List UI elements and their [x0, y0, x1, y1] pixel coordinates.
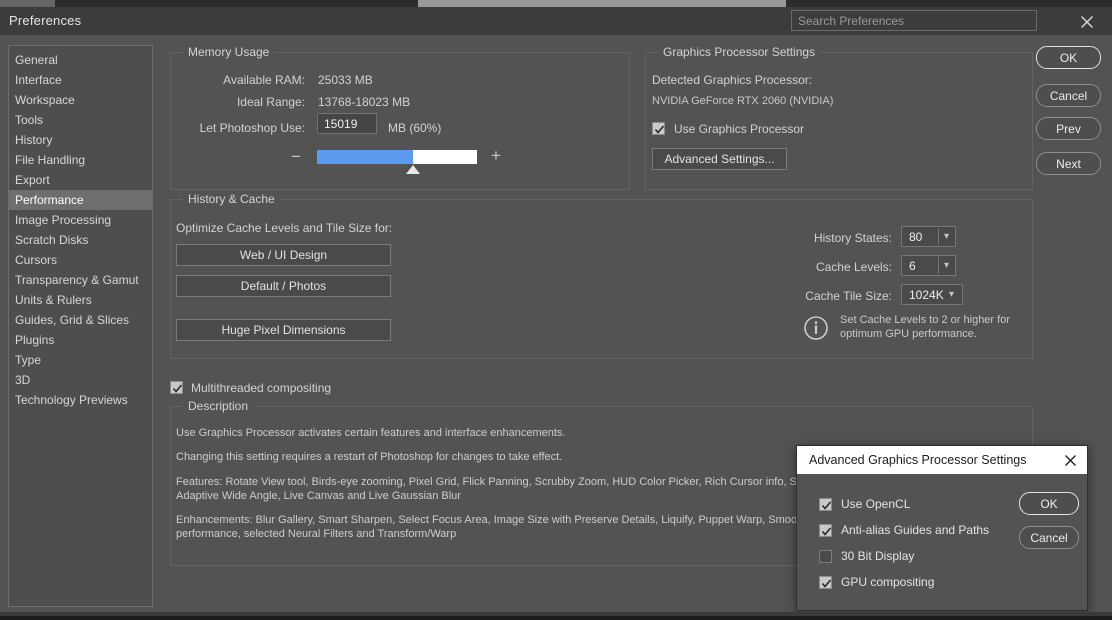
advanced-graphics-processor-settings-dialog: Advanced Graphics Processor Settings Use…: [796, 445, 1088, 611]
cancel-button[interactable]: Cancel: [1036, 84, 1101, 107]
history-states-dropdown[interactable]: 80 ▾: [901, 226, 956, 247]
sidebar-item-interface[interactable]: Interface: [9, 70, 152, 90]
memory-slider-increase-icon[interactable]: +: [491, 147, 501, 164]
ideal-range-label: Ideal Range:: [236, 95, 305, 109]
use-graphics-processor-label: Use Graphics Processor: [674, 122, 805, 136]
sidebar-item-cursors[interactable]: Cursors: [9, 250, 152, 270]
cache-levels-value: 6: [909, 259, 916, 273]
sidebar-item-performance[interactable]: Performance: [9, 190, 152, 210]
preferences-screen: Preferences General Interface Workspace …: [0, 0, 1112, 620]
description-title: Description: [183, 399, 254, 413]
history-states-value: 80: [909, 230, 923, 244]
sidebar-item-technology-previews[interactable]: Technology Previews: [9, 390, 152, 410]
gpu-compositing-label: GPU compositing: [841, 575, 935, 589]
sidebar-item-transparency-gamut[interactable]: Transparency & Gamut: [9, 270, 152, 290]
preset-web-ui-design-button[interactable]: Web / UI Design: [176, 244, 391, 266]
anti-alias-guides-paths-checkbox[interactable]: [819, 524, 832, 537]
optimize-cache-label: Optimize Cache Levels and Tile Size for:: [176, 221, 393, 235]
sidebar-item-type[interactable]: Type: [9, 350, 152, 370]
advanced-settings-button[interactable]: Advanced Settings...: [652, 148, 787, 170]
sidebar-item-scratch-disks[interactable]: Scratch Disks: [9, 230, 152, 250]
memory-slider-track[interactable]: [317, 150, 477, 164]
history-cache-title: History & Cache: [183, 192, 280, 206]
multithreaded-compositing-checkbox[interactable]: [170, 381, 183, 394]
background-window-tab-c: [418, 0, 786, 7]
chevron-down-icon: ▾: [944, 231, 950, 242]
30-bit-display-label: 30 Bit Display: [841, 549, 915, 563]
sidebar-item-units-rulers[interactable]: Units & Rulers: [9, 290, 152, 310]
modal-title: Advanced Graphics Processor Settings: [809, 453, 1027, 467]
gpu-compositing-checkbox[interactable]: [819, 576, 832, 589]
cache-tile-size-value: 1024K: [909, 288, 944, 302]
chevron-down-icon: ▾: [949, 289, 955, 300]
sidebar-item-image-processing[interactable]: Image Processing: [9, 210, 152, 230]
next-button[interactable]: Next: [1036, 152, 1101, 175]
sidebar-item-plugins[interactable]: Plugins: [9, 330, 152, 350]
memory-slider-decrease-icon[interactable]: −: [291, 148, 301, 165]
memory-unit-percent-label: MB (60%): [388, 121, 442, 135]
cache-tile-size-dropdown[interactable]: 1024K ▾: [901, 284, 963, 305]
cache-tile-size-label: Cache Tile Size:: [805, 289, 892, 303]
description-line-4: Adaptive Wide Angle, Live Canvas and Liv…: [176, 490, 461, 502]
detected-gpu-label: Detected Graphics Processor:: [652, 73, 813, 87]
cache-levels-label: Cache Levels:: [815, 260, 892, 274]
detected-gpu-value: NVIDIA GeForce RTX 2060 (NVIDIA): [652, 95, 834, 107]
sidebar-item-3d[interactable]: 3D: [9, 370, 152, 390]
let-photoshop-use-label: Let Photoshop Use:: [199, 121, 305, 135]
dialog-title-bar: Preferences: [0, 7, 1112, 35]
modal-title-bar: Advanced Graphics Processor Settings: [797, 446, 1087, 474]
sidebar-item-guides-grid-slices[interactable]: Guides, Grid & Slices: [9, 310, 152, 330]
let-photoshop-use-input[interactable]: [317, 113, 377, 134]
modal-ok-button[interactable]: OK: [1019, 492, 1079, 515]
preferences-dialog: Preferences General Interface Workspace …: [0, 7, 1112, 612]
search-input[interactable]: [792, 11, 1036, 30]
ok-button[interactable]: OK: [1036, 46, 1101, 69]
chevron-down-icon: ▾: [944, 260, 950, 271]
modal-body: Use OpenCL Anti-alias Guides and Paths 3…: [797, 474, 1087, 610]
info-icon: [803, 315, 829, 341]
preferences-category-list[interactable]: General Interface Workspace Tools Histor…: [8, 45, 153, 607]
prev-button[interactable]: Prev: [1036, 117, 1101, 140]
preset-huge-pixel-dimensions-button[interactable]: Huge Pixel Dimensions: [176, 319, 391, 341]
history-states-label: History States:: [813, 231, 892, 245]
memory-slider-fill: [317, 150, 413, 164]
sidebar-item-file-handling[interactable]: File Handling: [9, 150, 152, 170]
description-line-2: Changing this setting requires a restart…: [176, 451, 563, 463]
description-line-6: performance, selected Neural Filters and…: [176, 528, 457, 540]
multithreaded-compositing-label: Multithreaded compositing: [191, 381, 332, 395]
page-title: Preferences: [9, 13, 82, 28]
30-bit-display-checkbox[interactable]: [819, 550, 832, 563]
bottom-window-edge: [0, 616, 1112, 620]
search-preferences-box[interactable]: [791, 10, 1037, 31]
background-window-tab-d: [786, 0, 1112, 7]
preset-default-photos-button[interactable]: Default / Photos: [176, 275, 391, 297]
sidebar-item-workspace[interactable]: Workspace: [9, 90, 152, 110]
use-opencl-checkbox[interactable]: [819, 498, 832, 511]
description-line-3: Features: Rotate View tool, Birds-eye zo…: [176, 476, 862, 488]
memory-usage-title: Memory Usage: [183, 45, 275, 59]
graphics-processor-title: Graphics Processor Settings: [658, 45, 821, 59]
use-opencl-label: Use OpenCL: [841, 497, 911, 511]
close-icon[interactable]: [1063, 453, 1078, 468]
cache-levels-divider: [938, 257, 939, 274]
sidebar-item-general[interactable]: General: [9, 50, 152, 70]
anti-alias-guides-paths-label: Anti-alias Guides and Paths: [841, 523, 990, 537]
cache-info-note: Set Cache Levels to 2 or higher for opti…: [840, 314, 1010, 340]
background-window-tab-a: [0, 0, 55, 7]
description-line-1: Use Graphics Processor activates certain…: [176, 427, 566, 439]
available-ram-label: Available RAM:: [223, 73, 305, 87]
sidebar-item-history[interactable]: History: [9, 130, 152, 150]
available-ram-value: 25033 MB: [318, 73, 373, 87]
ideal-range-value: 13768-18023 MB: [318, 95, 411, 109]
modal-cancel-button[interactable]: Cancel: [1019, 526, 1079, 549]
history-states-divider: [938, 228, 939, 245]
sidebar-item-export[interactable]: Export: [9, 170, 152, 190]
memory-slider-thumb[interactable]: [406, 165, 420, 174]
description-line-5: Enhancements: Blur Gallery, Smart Sharpe…: [176, 514, 851, 526]
cache-levels-dropdown[interactable]: 6 ▾: [901, 255, 956, 276]
close-icon[interactable]: [1078, 13, 1096, 31]
sidebar-item-tools[interactable]: Tools: [9, 110, 152, 130]
use-graphics-processor-checkbox[interactable]: [652, 122, 665, 135]
background-window-tab-b: [55, 0, 418, 7]
